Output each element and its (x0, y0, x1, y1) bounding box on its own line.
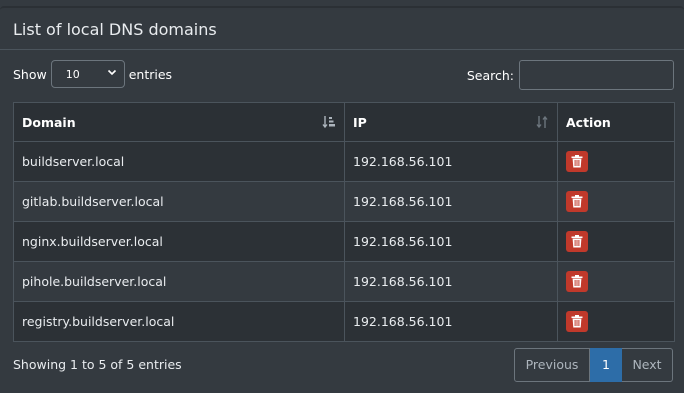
column-header-domain[interactable]: Domain (13, 102, 345, 142)
search-input[interactable] (519, 60, 674, 90)
ip-cell: 192.168.56.101 (344, 301, 558, 342)
domain-cell: buildserver.local (13, 141, 345, 182)
action-cell (557, 221, 675, 262)
column-header-ip[interactable]: IP (344, 102, 558, 142)
ip-cell: 192.168.56.101 (344, 221, 558, 262)
trash-icon (571, 275, 583, 288)
entries-per-page-select[interactable]: 10 (50, 60, 125, 88)
action-cell (557, 181, 675, 222)
table-controls: Show 10 entries Search: (0, 53, 684, 90)
pagination-next[interactable]: Next (622, 348, 673, 382)
domain-cell: nginx.buildserver.local (13, 221, 345, 262)
delete-button[interactable] (566, 271, 588, 292)
entries-select-value: 10 (65, 68, 80, 81)
length-control: Show 10 entries (13, 60, 172, 88)
delete-button[interactable] (566, 311, 588, 332)
table-row: nginx.buildserver.local 192.168.56.101 (13, 221, 675, 262)
pagination-previous[interactable]: Previous (514, 348, 590, 382)
trash-icon (571, 315, 583, 328)
table-row: gitlab.buildserver.local 192.168.56.101 (13, 181, 675, 222)
trash-icon (571, 155, 583, 168)
entries-label: entries (128, 66, 173, 82)
column-header-action: Action (557, 102, 675, 142)
column-header-ip-label: IP (353, 114, 367, 130)
sort-ascending-icon (322, 116, 335, 129)
table-info: Showing 1 to 5 of 5 entries (13, 357, 182, 372)
trash-icon (571, 235, 583, 248)
search-label: Search: (466, 67, 514, 83)
action-cell (557, 141, 675, 182)
delete-button[interactable] (566, 231, 588, 252)
ip-cell: 192.168.56.101 (344, 261, 558, 302)
domain-cell: registry.buildserver.local (13, 301, 345, 342)
domain-cell: pihole.buildserver.local (13, 261, 345, 302)
domain-cell: gitlab.buildserver.local (13, 181, 345, 222)
delete-button[interactable] (566, 191, 588, 212)
card-header: List of local DNS domains (0, 8, 684, 50)
ip-cell: 192.168.56.101 (344, 141, 558, 182)
show-label: Show (13, 66, 47, 82)
dns-domains-table: Domain IP Action buildserver.local 192.1… (13, 102, 675, 342)
sort-both-icon (536, 115, 548, 129)
chevron-down-icon (107, 69, 116, 76)
ip-cell: 192.168.56.101 (344, 181, 558, 222)
table-row: pihole.buildserver.local 192.168.56.101 (13, 261, 675, 302)
column-header-domain-label: Domain (22, 114, 76, 130)
action-cell (557, 301, 675, 342)
search-control: Search: (467, 60, 674, 90)
delete-button[interactable] (566, 151, 588, 172)
column-header-action-label: Action (566, 114, 611, 130)
card-title: List of local DNS domains (13, 20, 217, 39)
trash-icon (571, 195, 583, 208)
table-row: buildserver.local 192.168.56.101 (13, 141, 675, 182)
table-header-row: Domain IP Action (13, 102, 675, 142)
pagination: Previous 1 Next (514, 348, 673, 382)
action-cell (557, 261, 675, 302)
table-row: registry.buildserver.local 192.168.56.101 (13, 301, 675, 342)
pagination-page-1[interactable]: 1 (590, 348, 622, 382)
